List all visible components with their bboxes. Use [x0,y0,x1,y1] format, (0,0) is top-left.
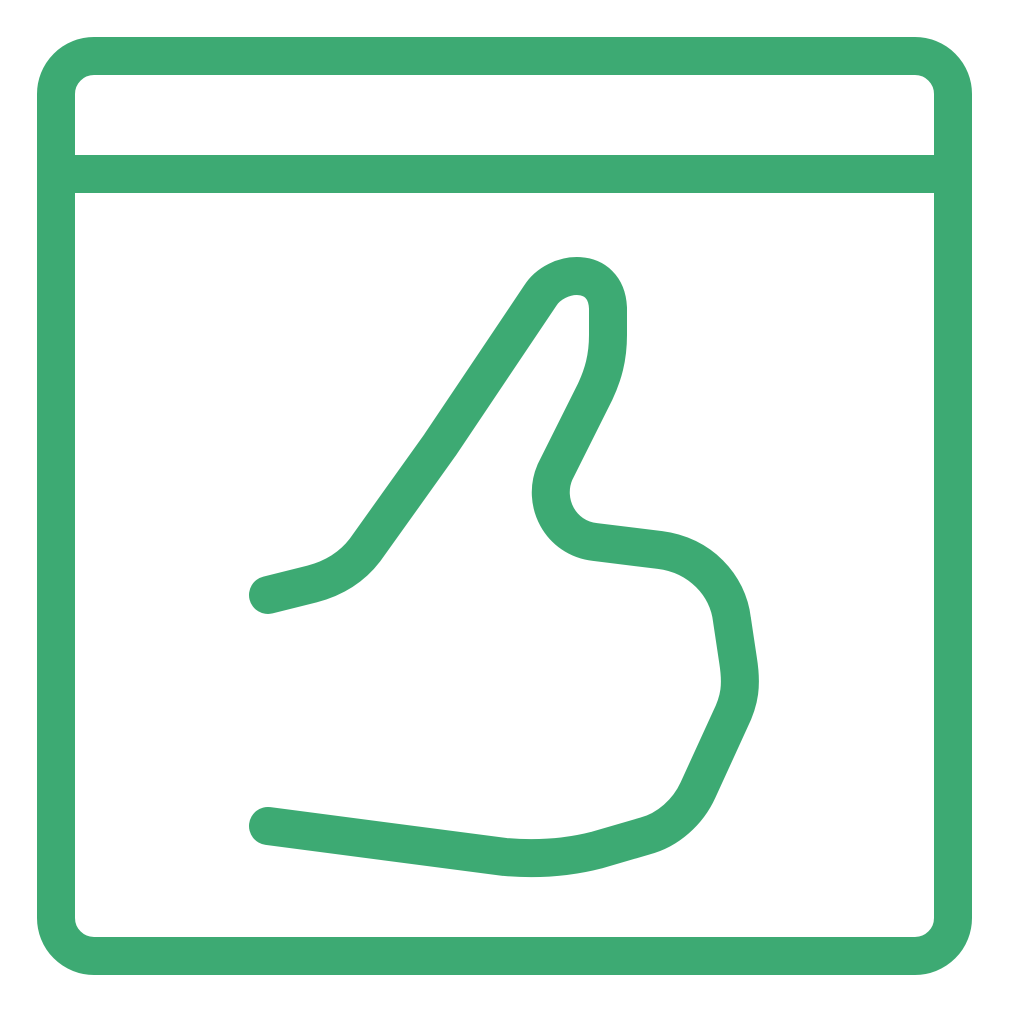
icon-canvas [0,0,1024,1024]
thumbs-up-icon [249,257,759,878]
browser-window-thumbs-up-icon [37,37,972,975]
